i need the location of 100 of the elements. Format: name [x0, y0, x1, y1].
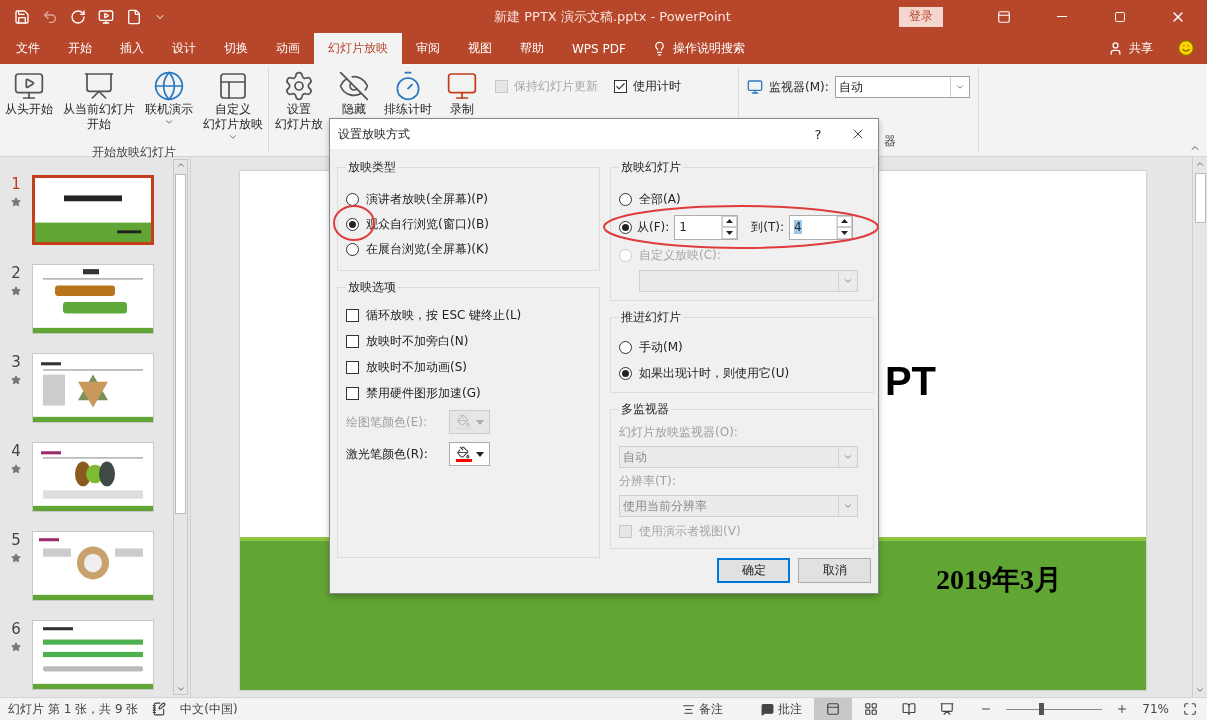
ribbon-button[interactable]: 隐藏 — [329, 68, 379, 119]
scroll-down-icon[interactable] — [1195, 685, 1205, 695]
slide-number: 1 — [11, 175, 21, 193]
scrollbar[interactable] — [173, 159, 188, 695]
slide-number: 2 — [11, 264, 21, 282]
person-icon — [1108, 41, 1123, 56]
normal-view-button[interactable] — [814, 698, 853, 720]
login-button[interactable]: 登录 — [899, 6, 943, 27]
to-field[interactable]: 4 — [789, 214, 854, 240]
slide-thumbnail[interactable] — [32, 264, 154, 334]
slide-thumbnail[interactable] — [32, 531, 154, 601]
monitor-icon — [747, 79, 763, 95]
fit-to-window-icon[interactable] — [1183, 702, 1197, 716]
language-label[interactable]: 中文(中国) — [180, 700, 238, 718]
color-picker-button[interactable] — [449, 442, 490, 466]
radio-button[interactable] — [346, 192, 359, 206]
ribbon-button[interactable]: 自定义 幻灯片放映 — [198, 68, 268, 144]
scroll-thumb[interactable] — [175, 174, 186, 514]
radio-button[interactable] — [619, 192, 632, 206]
dialog-title: 设置放映方式 — [338, 125, 411, 143]
ribbon-tab[interactable]: 帮助 — [506, 33, 558, 64]
ribbon-button[interactable]: 录制 — [437, 68, 487, 119]
checkbox[interactable] — [614, 80, 627, 93]
scroll-up-icon[interactable] — [175, 160, 186, 170]
ribbon-tab[interactable]: 插入 — [106, 33, 158, 64]
ribbon-button[interactable]: 联机演示 — [140, 68, 198, 129]
ribbon-tab[interactable]: 设计 — [158, 33, 210, 64]
from-field[interactable]: 1 — [674, 214, 739, 240]
spin-down-button[interactable] — [722, 227, 738, 239]
checkbox[interactable] — [346, 360, 359, 374]
slide-thumbnail[interactable] — [32, 442, 154, 512]
ribbon-display-icon — [997, 9, 1011, 24]
radio-label: 全部(A) — [639, 190, 681, 208]
spin-up-button[interactable] — [722, 215, 738, 227]
save-icon[interactable] — [14, 8, 30, 25]
share-button[interactable]: 共享 — [1096, 33, 1165, 64]
scroll-down-icon[interactable] — [175, 684, 186, 694]
ribbon-tab[interactable]: 动画 — [262, 33, 314, 64]
monitor-select[interactable]: 自动 — [834, 76, 970, 98]
spin-down-button[interactable] — [837, 227, 853, 239]
cancel-button[interactable]: 取消 — [798, 558, 871, 583]
ribbon-tab[interactable]: 开始 — [54, 33, 106, 64]
ribbon-tab[interactable]: 幻灯片放映 — [314, 33, 402, 64]
comments-button[interactable]: 批注 — [749, 698, 815, 720]
caret-icon — [228, 132, 238, 142]
zoom-in-icon[interactable] — [1116, 703, 1129, 715]
zoom-level[interactable]: 71% — [1142, 702, 1169, 716]
notebook-icon[interactable] — [152, 702, 167, 716]
radio-label: 演讲者放映(全屏幕)(P) — [366, 190, 488, 208]
scroll-up-icon[interactable] — [1195, 159, 1205, 169]
slide-date: 2019年3月 — [936, 563, 1062, 597]
caret-icon — [475, 451, 484, 457]
new-file-icon[interactable] — [126, 8, 142, 25]
book-icon — [902, 702, 917, 716]
zoom-thumb[interactable] — [1038, 703, 1044, 715]
slide-title: PT — [884, 359, 936, 404]
ribbon-button[interactable]: 设置 幻灯片放 — [269, 68, 329, 134]
undo-icon[interactable] — [42, 8, 58, 25]
ribbon-tab[interactable]: WPS PDF — [558, 33, 640, 64]
slide-thumbnail[interactable] — [32, 620, 154, 690]
star-icon — [11, 642, 21, 652]
ribbon-tab[interactable]: 文件 — [2, 33, 54, 64]
radio-label: 手动(M) — [639, 338, 683, 356]
redo-icon[interactable] — [70, 8, 86, 25]
scroll-thumb[interactable] — [1194, 173, 1206, 223]
pen-color-label: 绘图笔颜色(E): — [346, 413, 428, 431]
ribbon-button[interactable]: 排练计时 — [379, 68, 437, 119]
tell-me-search[interactable]: 操作说明搜索 — [639, 33, 757, 64]
checkbox[interactable] — [346, 308, 359, 322]
ribbon-button[interactable]: 从当前幻灯片 开始 — [58, 68, 140, 134]
radio-button[interactable] — [346, 242, 359, 256]
radio-button[interactable] — [346, 217, 359, 231]
slide-count: 幻灯片 第 1 张，共 9 张 — [8, 700, 139, 718]
ribbon-tab[interactable]: 切换 — [210, 33, 262, 64]
slide-thumbnail[interactable] — [32, 353, 154, 423]
slideshow-icon[interactable] — [98, 8, 114, 25]
presentation-icon — [940, 702, 955, 716]
group-title: 放映选项 — [347, 279, 397, 296]
notes-button[interactable]: 备注 — [670, 698, 736, 720]
slide-thumbnail[interactable] — [32, 175, 154, 245]
checkbox[interactable] — [346, 386, 359, 400]
help-button[interactable]: ? — [798, 119, 838, 149]
checkbox-label: 保持幻灯片更新 — [514, 78, 598, 95]
pen-color-label: 激光笔颜色(R): — [346, 445, 429, 463]
ribbon-tab[interactable]: 审阅 — [402, 33, 454, 64]
ok-button[interactable]: 确定 — [717, 558, 790, 583]
color-picker-button[interactable] — [449, 410, 490, 434]
radio-button[interactable] — [619, 340, 632, 354]
star-icon — [11, 286, 21, 296]
ribbon-tab[interactable]: 视图 — [454, 33, 506, 64]
eye-off-icon — [338, 70, 370, 102]
checkbox-label: 使用演示者视图(V) — [639, 522, 741, 540]
ribbon-button[interactable]: 从头开始 — [0, 68, 58, 119]
scrollbar[interactable] — [1192, 157, 1207, 697]
spin-up-button[interactable] — [837, 215, 853, 227]
radio-button[interactable] — [619, 366, 632, 380]
down-triangle-icon — [726, 230, 734, 235]
radio-button[interactable] — [619, 220, 632, 234]
checkbox-label: 禁用硬件图形加速(G) — [366, 384, 481, 402]
checkbox[interactable] — [346, 334, 359, 348]
